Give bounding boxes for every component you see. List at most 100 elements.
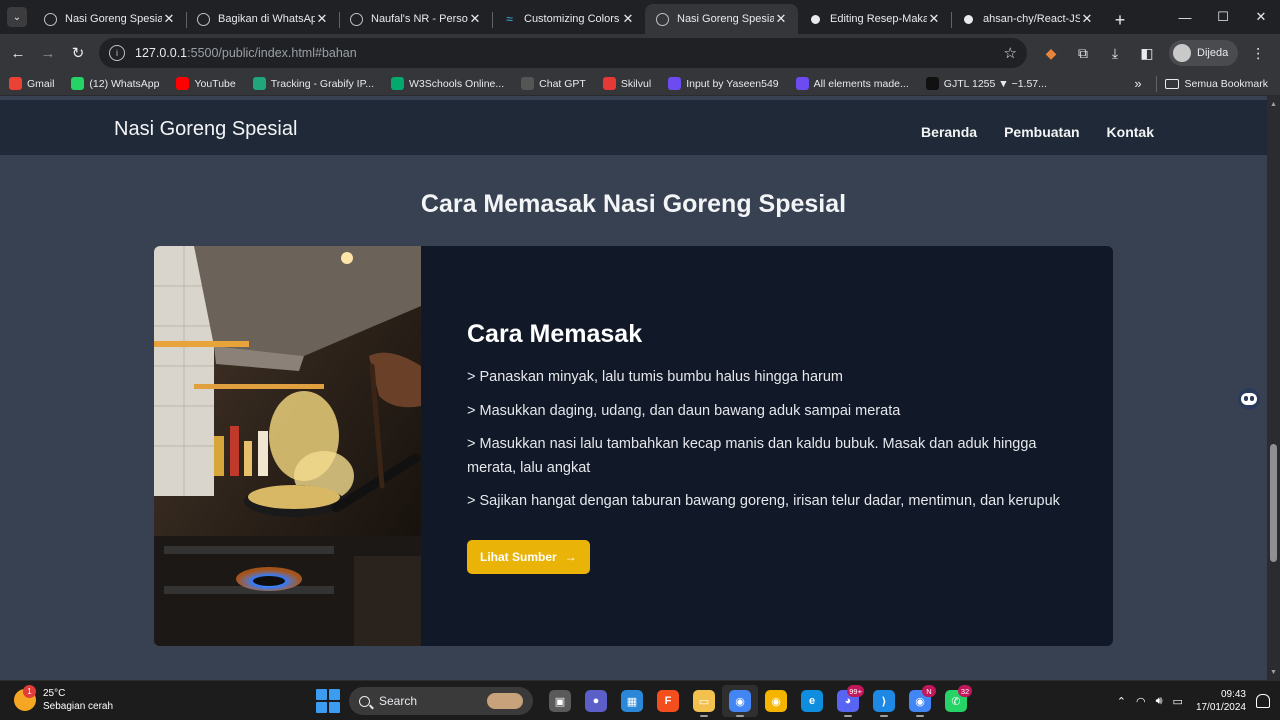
bookmarks-overflow-icon[interactable]: » xyxy=(1134,76,1141,91)
scrollbar-thumb[interactable] xyxy=(1270,444,1277,562)
browser-tab[interactable]: Naufal's NR - Personal✕ xyxy=(339,4,492,34)
taskbar-app[interactable]: ✆ 32 xyxy=(938,685,974,717)
browser-tab[interactable]: ≈ Customizing Colors ✕ xyxy=(492,4,645,34)
bookmark-item[interactable]: W3Schools Online... xyxy=(391,77,504,90)
meet-icon: ● xyxy=(585,690,607,712)
cooking-step: > Panaskan minyak, lalu tumis bumbu halu… xyxy=(467,369,844,385)
taskbar-app[interactable]: ▣ xyxy=(542,685,578,717)
taskbar-app[interactable]: F xyxy=(650,685,686,717)
side-panel-icon[interactable]: ◧ xyxy=(1131,38,1163,68)
nav-link-kontak[interactable]: Kontak xyxy=(1107,124,1154,140)
minimize-icon[interactable]: — xyxy=(1166,0,1204,34)
volume-icon[interactable]: 🔊︎ xyxy=(1156,695,1163,708)
cooking-steps-list: > Panaskan minyak, lalu tumis bumbu halu… xyxy=(467,366,1083,514)
browser-tab[interactable]: Editing Resep-Makanan✕ xyxy=(798,4,951,34)
bookmark-item[interactable]: GJTL 1255 ▼ −1.57... xyxy=(925,77,1047,90)
tab-close-icon[interactable]: ✕ xyxy=(468,11,482,27)
all-bookmarks-label: Semua Bookmark xyxy=(1184,77,1268,90)
browser-tab[interactable]: ahsan-chy/React-JS ✕ xyxy=(951,4,1104,34)
bookmark-item[interactable]: YouTube xyxy=(176,77,236,90)
bookmark-item[interactable]: Input by Yaseen549 xyxy=(668,77,779,90)
weather-badge: 1 xyxy=(23,685,36,698)
bookmark-item[interactable]: Skilvul xyxy=(602,77,651,90)
bookmark-item[interactable]: Chat GPT xyxy=(521,77,586,90)
battery-icon[interactable]: ▭ xyxy=(1173,695,1183,708)
view-source-button[interactable]: Lihat Sumber → xyxy=(467,539,590,574)
cooking-step: > Masukkan daging, udang, dan daun bawan… xyxy=(467,402,901,419)
tab-close-icon[interactable]: ✕ xyxy=(927,11,941,27)
all-bookmarks-folder[interactable]: Semua Bookmark xyxy=(1164,77,1268,90)
floating-assistant-icon[interactable] xyxy=(1238,388,1260,410)
bookmark-label: (12) WhatsApp xyxy=(89,77,160,90)
site-brand[interactable]: Nasi Goreng Spesial xyxy=(114,118,297,141)
metamask-extension-icon[interactable]: ◆ xyxy=(1035,38,1067,68)
menu-kebab-icon[interactable]: ⋮ xyxy=(1242,38,1274,68)
weather-widget[interactable]: 1 25°C Sebagian cerah xyxy=(14,685,113,713)
taskbar-app[interactable]: ⟩ xyxy=(866,685,902,717)
tab-close-icon[interactable]: ✕ xyxy=(315,11,329,27)
notification-badge: 32 xyxy=(958,685,972,697)
download-icon[interactable]: ⤓ xyxy=(1099,38,1131,68)
skilvul-icon xyxy=(602,77,616,90)
forward-icon[interactable]: → xyxy=(33,38,63,68)
page-scrollbar[interactable]: ▲ ▼ xyxy=(1267,96,1280,680)
tab-close-icon[interactable]: ✕ xyxy=(1080,11,1094,27)
back-icon[interactable]: ← xyxy=(3,38,33,68)
tab-search-icon[interactable]: ⌄ xyxy=(7,7,27,27)
start-menu-icon[interactable] xyxy=(316,689,340,713)
tradingview-icon xyxy=(925,77,939,90)
w3schools-icon xyxy=(391,77,405,90)
vscode-icon: ⟩ xyxy=(873,690,895,712)
address-bar[interactable]: i 127.0.0.1:5500/public/index.html#bahan… xyxy=(99,38,1027,68)
scroll-down-icon[interactable]: ▼ xyxy=(1267,666,1280,678)
cooking-photo xyxy=(154,246,421,646)
taskbar-app[interactable]: e xyxy=(794,685,830,717)
browser-tab[interactable]: Nasi Goreng Spesial ✕ xyxy=(645,4,798,34)
tray-overflow-icon[interactable]: ⌃ xyxy=(1117,695,1126,708)
taskbar-app[interactable]: ◉ xyxy=(722,685,758,717)
browser-tab[interactable]: Bagikan di WhatsApp ✕ xyxy=(186,4,339,34)
tab-close-icon[interactable]: ✕ xyxy=(774,11,788,27)
nav-link-pembuatan[interactable]: Pembuatan xyxy=(1004,124,1079,140)
extensions-icon[interactable]: ⧉ xyxy=(1067,38,1099,68)
bookmark-label: Chat GPT xyxy=(539,77,586,90)
taskbar-app[interactable]: ▦ xyxy=(614,685,650,717)
tab-title: Naufal's NR - Personal xyxy=(371,13,468,25)
tab-close-icon[interactable]: ✕ xyxy=(621,11,635,27)
notification-bell-icon[interactable] xyxy=(1256,694,1270,708)
site-info-icon[interactable]: i xyxy=(109,45,125,61)
maximize-icon[interactable]: ☐ xyxy=(1204,0,1242,34)
taskbar-app[interactable]: ◕ 99+ xyxy=(830,685,866,717)
wifi-icon[interactable]: ◠ xyxy=(1136,695,1146,708)
browser-tab[interactable]: Nasi Goreng Spesial ✕ xyxy=(33,4,186,34)
section-title: Cara Memasak Nasi Goreng Spesial xyxy=(420,190,847,218)
reload-icon[interactable]: ↻ xyxy=(63,38,93,68)
store-icon: ▦ xyxy=(621,690,643,712)
scroll-up-icon[interactable]: ▲ xyxy=(1267,98,1280,110)
tab-close-icon[interactable]: ✕ xyxy=(162,11,176,27)
profile-button[interactable]: Dijeda xyxy=(1169,40,1239,66)
bookmark-item[interactable]: (12) WhatsApp xyxy=(71,77,159,90)
new-tab-button[interactable]: + xyxy=(1108,6,1132,34)
taskbar-app[interactable]: ◉ N xyxy=(902,685,938,717)
bookmark-item[interactable]: Tracking - Grabify IP... xyxy=(252,77,374,90)
taskbar-app[interactable]: ● xyxy=(578,685,614,717)
ui-icon xyxy=(668,77,682,90)
taskbar-app[interactable]: ◉ xyxy=(758,685,794,717)
nav-link-beranda[interactable]: Beranda xyxy=(921,124,977,140)
taskbar-search[interactable]: Search xyxy=(349,687,533,715)
running-indicator xyxy=(916,715,924,717)
close-window-icon[interactable]: ✕ xyxy=(1242,0,1280,34)
clock-date: 17/01/2024 xyxy=(1195,702,1246,713)
tab-title: ahsan-chy/React-JS xyxy=(983,13,1080,25)
bookmark-star-icon[interactable]: ☆ xyxy=(1004,44,1017,62)
bookmark-item[interactable]: All elements made... xyxy=(795,77,909,90)
browser-toolbar: ← → ↻ i 127.0.0.1:5500/public/index.html… xyxy=(0,34,1280,72)
weather-sun-icon: 1 xyxy=(14,685,36,711)
taskbar-app[interactable]: ▭ xyxy=(686,685,722,717)
clock[interactable]: 09:43 17/01/2024 xyxy=(1196,688,1246,714)
running-indicator xyxy=(880,715,888,717)
gmail-icon xyxy=(9,77,22,90)
bookmark-item[interactable]: Gmail xyxy=(9,77,54,90)
windows-taskbar: 1 25°C Sebagian cerah Search ▣ ● ▦ F ▭ ◉ ◉ e ◕ 99… xyxy=(0,680,1280,720)
